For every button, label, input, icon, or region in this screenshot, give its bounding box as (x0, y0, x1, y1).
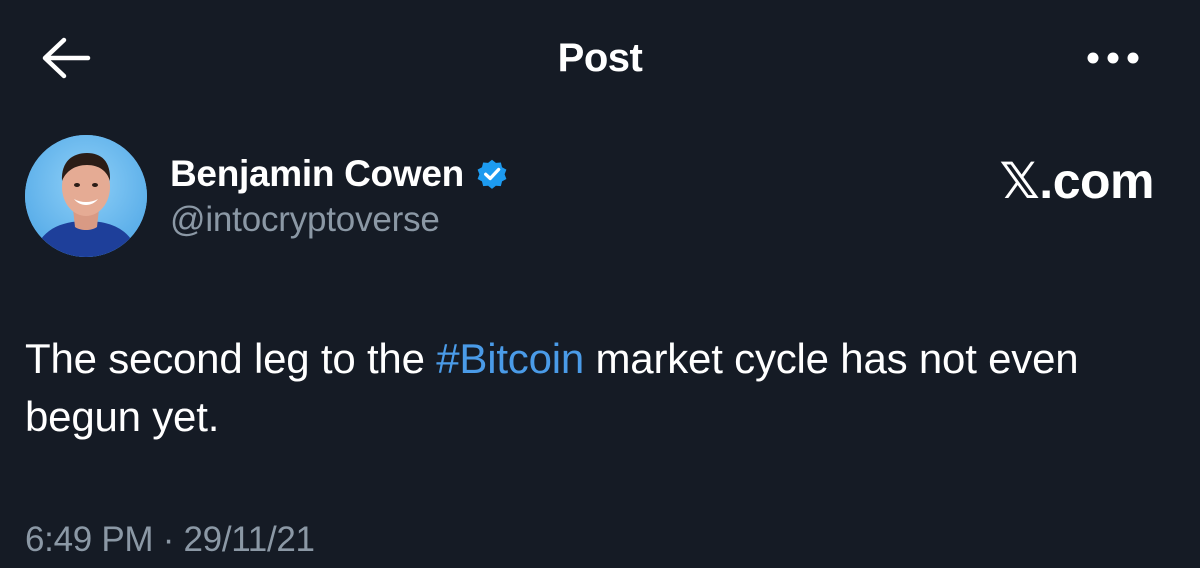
page-title: Post (557, 36, 643, 80)
more-options-button[interactable] (1080, 36, 1146, 80)
avatar[interactable] (25, 135, 147, 257)
hashtag-link[interactable]: #Bitcoin (436, 335, 584, 382)
timestamp-row: 6:49 PM · 29/11/21 (25, 518, 315, 562)
avatar-photo-icon (25, 135, 147, 257)
more-horizontal-icon (1087, 52, 1139, 64)
author-name-row: Benjamin Cowen (170, 150, 512, 198)
meta-separator: · (162, 520, 175, 559)
author-name[interactable]: Benjamin Cowen (170, 153, 464, 195)
post-text: The second leg to the #Bitcoin market cy… (25, 330, 1165, 446)
watermark-logo: 𝕏.com (999, 153, 1155, 209)
post-screen: Post Benjamin Cowen @intocryptoverse 𝕏.c… (0, 0, 1200, 568)
post-text-before: The second leg to the (25, 335, 437, 382)
post-time[interactable]: 6:49 PM (25, 520, 154, 559)
verified-badge-icon (477, 159, 507, 189)
author-handle[interactable]: @intocryptoverse (170, 200, 440, 240)
post-date[interactable]: 29/11/21 (183, 520, 315, 559)
verified-badge (474, 155, 512, 193)
